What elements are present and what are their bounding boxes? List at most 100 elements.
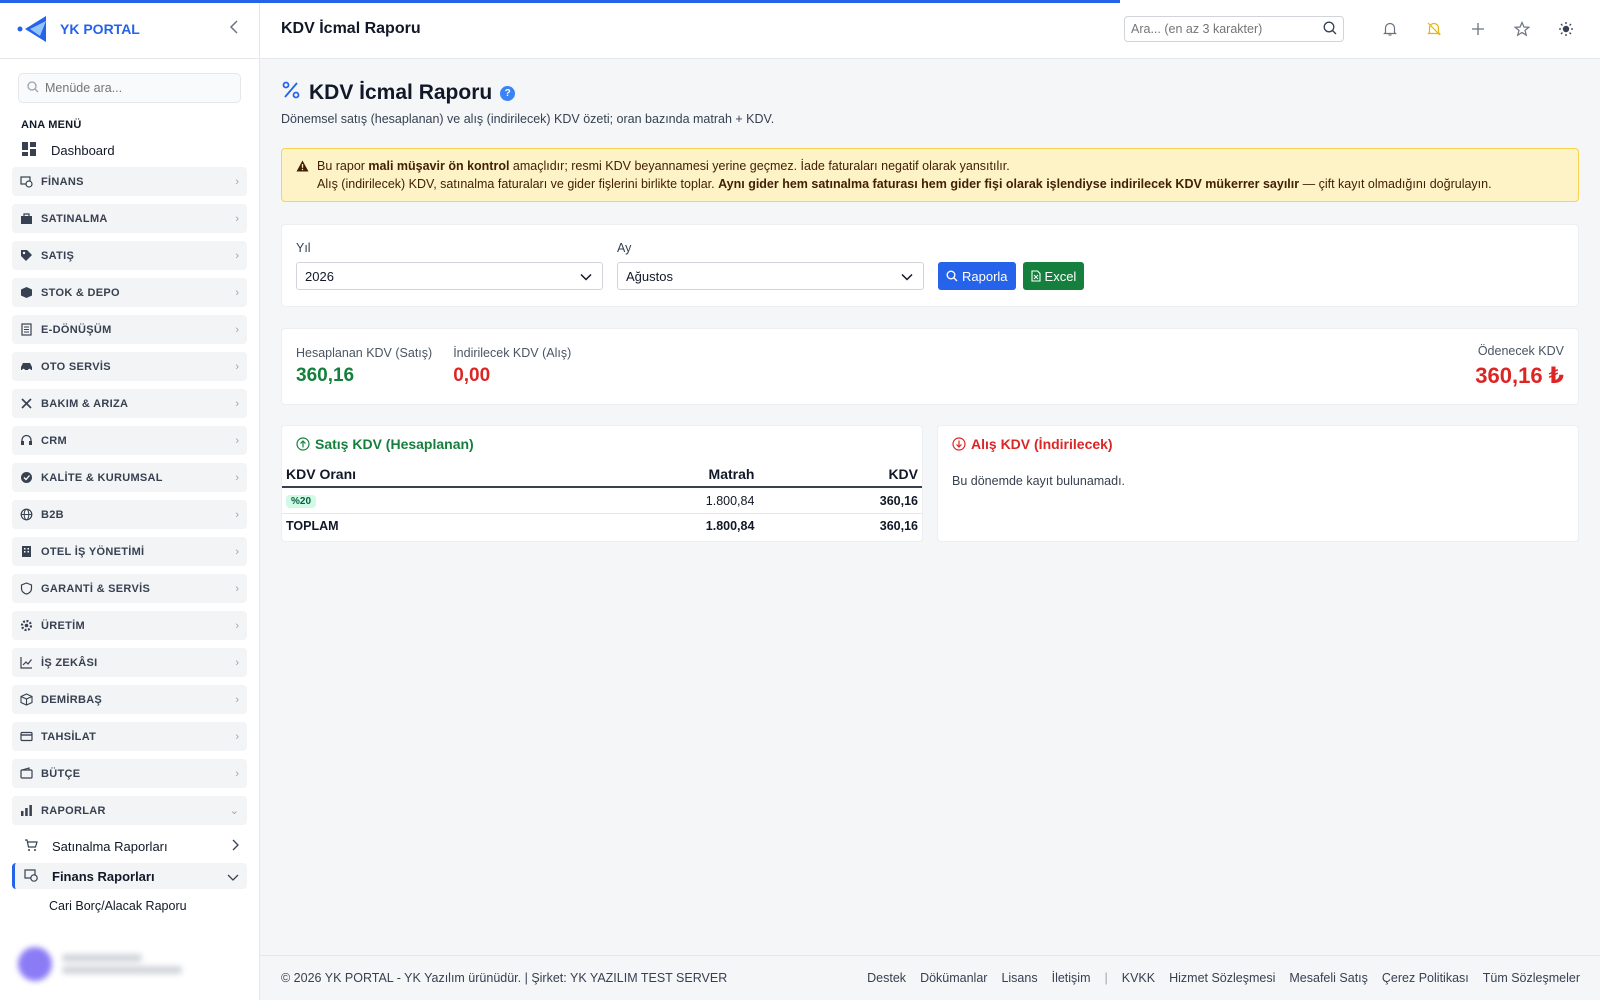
document-icon [20, 323, 33, 336]
menu-search[interactable] [18, 73, 241, 103]
sidebar-item-butce[interactable]: BÜTÇE › [12, 759, 247, 788]
sidebar-item-uretim[interactable]: ÜRETİM › [12, 611, 247, 640]
year-select[interactable]: 2026 [296, 262, 603, 290]
warning-alert: Bu rapor mali müşavir ön kontrol amaçlıd… [281, 148, 1579, 202]
chevron-right-icon: › [235, 508, 239, 521]
chevron-right-icon: › [235, 286, 239, 299]
main-menu-heading: ANA MENÜ [21, 119, 82, 131]
sidebar-item-raporlar[interactable]: RAPORLAR ⌄ [12, 796, 247, 825]
car-icon [20, 360, 33, 373]
arrow-down-circle-icon [952, 437, 966, 451]
cart-icon [24, 838, 38, 855]
chevron-right-icon: › [235, 323, 239, 336]
sidebar-item-garanti-servis[interactable]: GARANTİ & SERVİS › [12, 574, 247, 603]
dashboard-icon [21, 141, 37, 160]
deductible-vat-value: 0,00 [453, 365, 491, 386]
column-header: Matrah [557, 462, 759, 488]
star-icon[interactable] [1508, 15, 1536, 43]
vat-cell: 360,16 [758, 487, 922, 514]
sidebar-item-bakim-ariza[interactable]: BAKIM & ARIZA › [12, 389, 247, 418]
base-cell: 1.800,84 [557, 487, 759, 514]
footer-link-lisans[interactable]: Lisans [1001, 971, 1037, 985]
avatar [18, 947, 52, 981]
payable-vat: Ödenecek KDV 360,16 ₺ [1475, 344, 1564, 388]
footer-link-cerez-politikasi[interactable]: Çerez Politikası [1382, 971, 1469, 985]
sidebar-item-cari-borc-alacak[interactable]: Cari Borç/Alacak Raporu [49, 893, 259, 919]
month-filter: Ay Ağustos [617, 241, 924, 290]
footer-link-iletisim[interactable]: İletişim [1052, 971, 1091, 985]
sidebar-item-tahsilat[interactable]: TAHSİLAT › [12, 722, 247, 751]
sidebar-item-satinalma-raporlari[interactable]: Satınalma Raporları [12, 833, 247, 859]
report-button[interactable]: Raporla [938, 262, 1016, 290]
excel-file-icon [1030, 270, 1041, 282]
detail-panels: Satış KDV (Hesaplanan) KDV Oranı Matrah … [281, 425, 1579, 542]
finance-icon [20, 175, 33, 188]
chevron-right-icon: › [235, 582, 239, 595]
empty-state: Bu dönemde kayıt bulunamadı. [952, 474, 1126, 488]
sales-vat-panel: Satış KDV (Hesaplanan) KDV Oranı Matrah … [281, 425, 923, 542]
footer-link-hizmet-sozlesmesi[interactable]: Hizmet Sözleşmesi [1169, 971, 1275, 985]
footer: © 2026 YK PORTAL - YK Yazılım ürünüdür. … [260, 955, 1600, 1000]
global-search-input[interactable] [1131, 22, 1323, 36]
chevron-right-icon: › [235, 619, 239, 632]
sidebar-item-satis[interactable]: SATIŞ › [12, 241, 247, 270]
warning-icon [296, 159, 309, 193]
deductible-vat: İndirilecek KDV (Alış) 0,00 [453, 346, 572, 386]
footer-link-dokumanlar[interactable]: Dökümanlar [920, 971, 987, 985]
brand-name: YK PORTAL [60, 21, 140, 37]
bell-off-icon[interactable] [1420, 15, 1448, 43]
purchase-vat-title: Alış KDV (İndirilecek) [938, 426, 1578, 452]
main-content: KDV İcmal Raporu ? Dönemsel satış (hesap… [281, 60, 1579, 542]
menu-search-input[interactable] [45, 81, 225, 95]
sidebar-item-finans[interactable]: FİNANS › [12, 167, 247, 196]
arrow-up-circle-icon [296, 437, 310, 451]
loading-bar [0, 0, 1120, 3]
purchase-icon [20, 212, 33, 225]
search-icon[interactable] [1323, 21, 1337, 38]
footer-separator: | [1104, 971, 1108, 985]
footer-link-destek[interactable]: Destek [867, 971, 906, 985]
sidebar-menu: FİNANS › SATINALMA › SATIŞ › STOK & DEPO › E… [0, 167, 259, 825]
chevron-down-icon [227, 869, 239, 884]
globe-icon [20, 508, 33, 521]
sidebar-item-otel[interactable]: OTEL İŞ YÖNETİMİ › [12, 537, 247, 566]
footer-link-tum-sozlesmeler[interactable]: Tüm Sözleşmeler [1483, 971, 1580, 985]
help-icon[interactable]: ? [500, 85, 516, 101]
chevron-down-icon [580, 269, 592, 284]
footer-links: Destek Dökümanlar Lisans İletişim | KVKK… [853, 971, 1580, 985]
topbar: KDV İcmal Raporu [260, 0, 1600, 59]
sidebar: YK PORTAL ANA MENÜ Dashboard FİNANS› SAT… [0, 0, 260, 1000]
sidebar-item-dashboard[interactable]: Dashboard [21, 137, 259, 163]
global-search[interactable] [1124, 16, 1344, 42]
sidebar-item-satinalma[interactable]: SATINALMA › [12, 204, 247, 233]
card-icon [20, 730, 33, 743]
column-header: KDV [758, 462, 922, 488]
sidebar-item-demirbas[interactable]: DEMİRBAŞ › [12, 685, 247, 714]
chevron-right-icon [231, 839, 239, 854]
table-row: %20 1.800,84 360,16 [282, 487, 922, 514]
bell-icon[interactable] [1376, 15, 1404, 43]
sidebar-item-is-zekasi[interactable]: İŞ ZEKÂSI › [12, 648, 247, 677]
collapse-sidebar-icon[interactable] [225, 19, 243, 39]
month-select[interactable]: Ağustos [617, 262, 924, 290]
chevron-down-icon: ⌄ [229, 805, 239, 817]
vat-rate-badge: %20 [286, 495, 317, 508]
box-icon [20, 286, 33, 299]
user-profile[interactable] [18, 946, 243, 982]
sun-icon[interactable] [1552, 15, 1580, 43]
sidebar-item-finans-raporlari[interactable]: Finans Raporları [12, 863, 247, 889]
sidebar-item-crm[interactable]: CRM › [12, 426, 247, 455]
footer-link-mesafeli-satis[interactable]: Mesafeli Satış [1289, 971, 1368, 985]
sidebar-item-b2b[interactable]: B2B › [12, 500, 247, 529]
excel-button[interactable]: Excel [1022, 262, 1085, 290]
plus-icon[interactable] [1464, 15, 1492, 43]
sidebar-item-kalite-kurumsal[interactable]: KALİTE & KURUMSAL › [12, 463, 247, 492]
chevron-right-icon: › [235, 175, 239, 188]
footer-link-kvkk[interactable]: KVKK [1122, 971, 1155, 985]
gear-icon [20, 619, 33, 632]
calculated-vat: Hesaplanan KDV (Satış) 360,16 [296, 346, 433, 386]
sidebar-item-e-donusum[interactable]: E-DÖNÜŞÜM › [12, 315, 247, 344]
sidebar-item-stok-depo[interactable]: STOK & DEPO › [12, 278, 247, 307]
sidebar-item-oto-servis[interactable]: OTO SERVİS › [12, 352, 247, 381]
year-label: Yıl [296, 241, 311, 255]
